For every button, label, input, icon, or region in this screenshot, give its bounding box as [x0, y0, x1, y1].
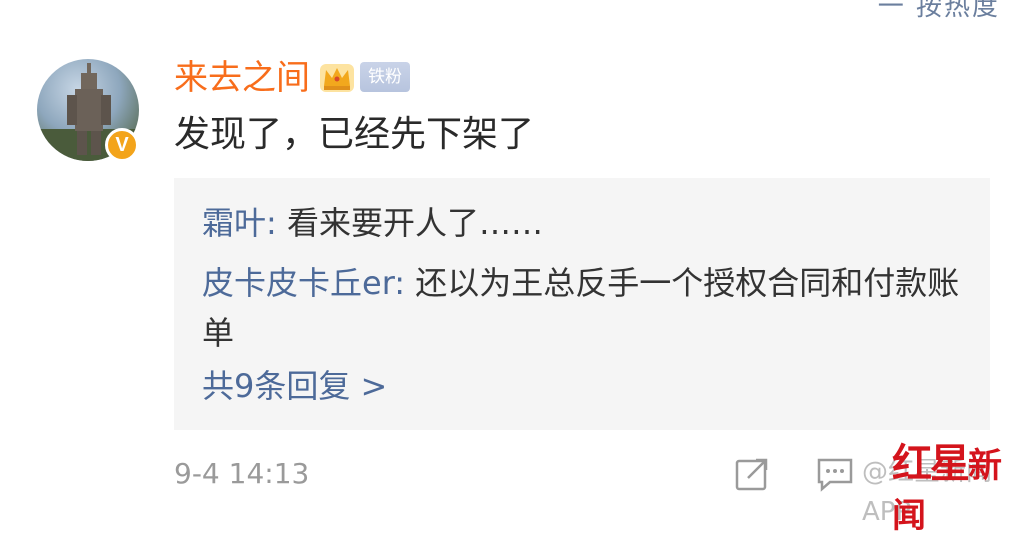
- comment-text: 发现了，已经先下架了: [174, 114, 535, 155]
- reply-item[interactable]: 霜叶: 看来要开人了……: [202, 198, 962, 248]
- reply-preview-box[interactable]: 霜叶: 看来要开人了…… 皮卡皮卡丘er: 还以为王总反手一个授权合同和付款账单…: [174, 178, 990, 430]
- crown-icon: [320, 64, 354, 92]
- share-icon[interactable]: [734, 456, 770, 492]
- reply-author[interactable]: 霜叶: [202, 204, 266, 242]
- timestamp: 9-4 14:13: [174, 457, 310, 490]
- sort-by-heat-header[interactable]: 一 按热度: [878, 0, 1000, 23]
- verified-badge-icon: V: [105, 128, 139, 162]
- reply-text: 看来要开人了……: [286, 204, 543, 242]
- iron-fan-badge: 铁粉: [360, 62, 410, 92]
- reply-author[interactable]: 皮卡皮卡丘er: [202, 264, 394, 302]
- reply-separator: :: [266, 204, 287, 242]
- red-star-news-logo: 红星新闻: [892, 440, 1024, 540]
- username[interactable]: 来去之间: [174, 56, 310, 100]
- reply-item[interactable]: 皮卡皮卡丘er: 还以为王总反手一个授权合同和付款账单: [202, 258, 962, 358]
- comment-icon[interactable]: [816, 456, 856, 492]
- reply-separator: :: [394, 264, 416, 302]
- view-all-replies-link[interactable]: 共9条回复 >: [202, 364, 387, 408]
- logo-text: 红星: [892, 440, 970, 487]
